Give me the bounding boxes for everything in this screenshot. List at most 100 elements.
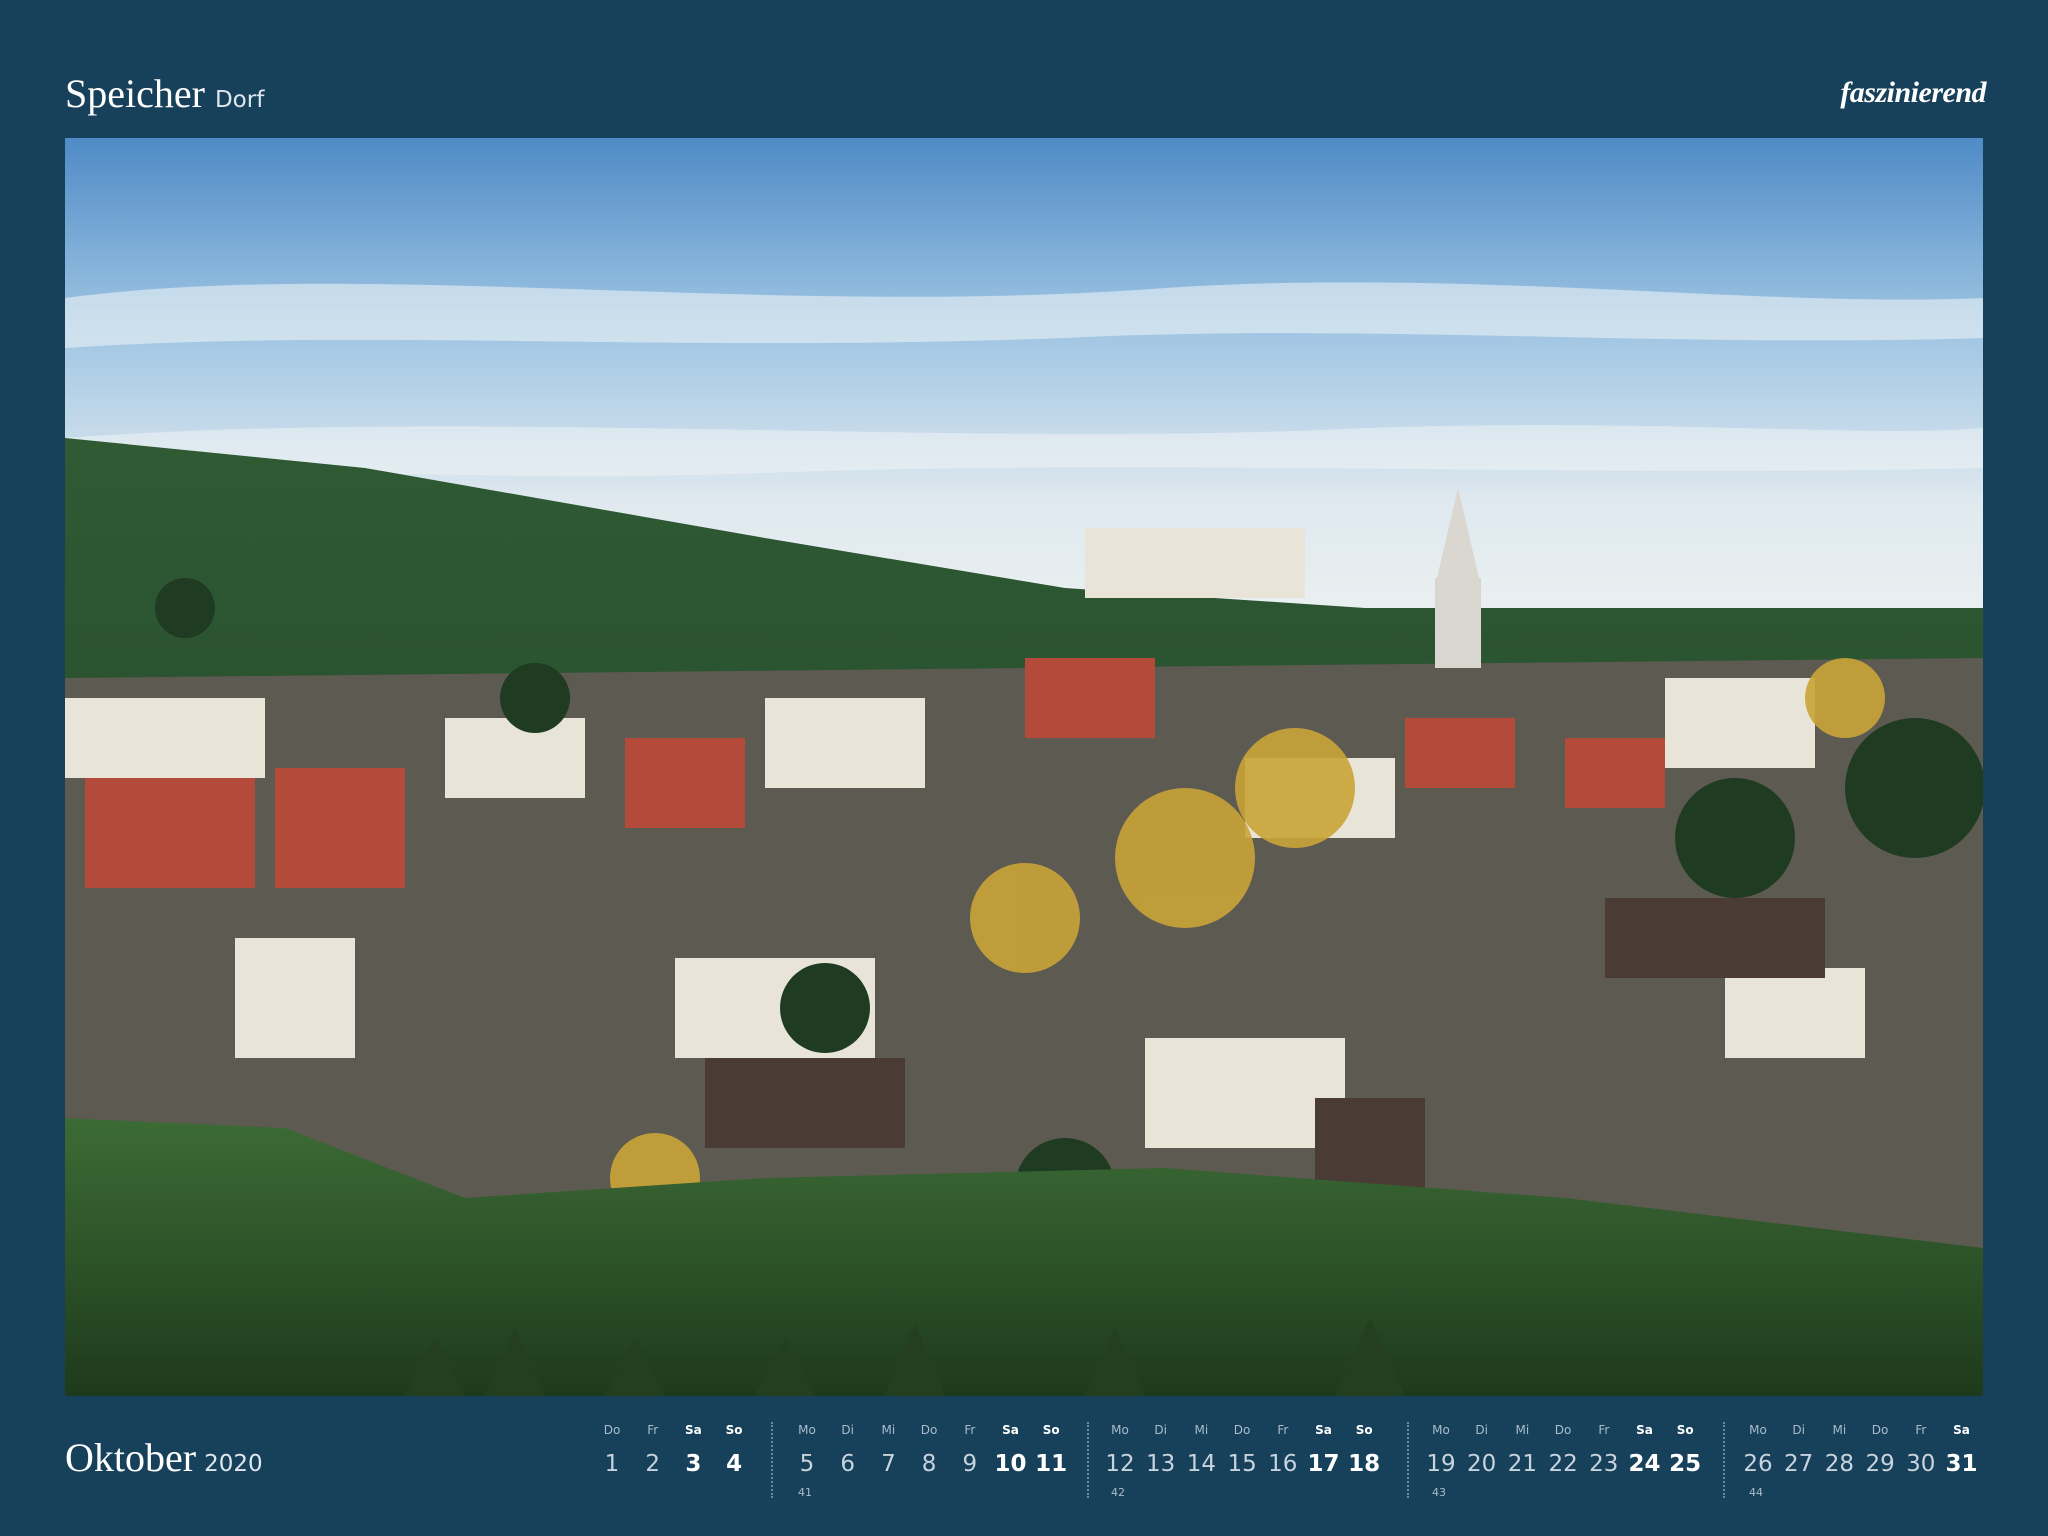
weekday-name: Mo	[798, 1423, 816, 1437]
week-number: 41	[798, 1486, 812, 1499]
calendar-day: Do 22	[1543, 1421, 1583, 1477]
week-number: 42	[1111, 1486, 1125, 1499]
week-separator	[771, 1422, 773, 1498]
day-number: 25	[1669, 1451, 1702, 1477]
weekday-name: Do	[1233, 1423, 1251, 1437]
weekday-name: Sa	[1636, 1423, 1653, 1437]
week-number: 43	[1432, 1486, 1446, 1499]
calendar-day: Do 29	[1860, 1421, 1900, 1477]
year-label: 2020	[204, 1451, 263, 1477]
calendar-day: Mo 5	[787, 1421, 827, 1477]
day-number: 3	[685, 1451, 702, 1477]
calendar-day: Sa 31	[1942, 1421, 1982, 1477]
week-separator	[1407, 1422, 1409, 1498]
calendar-day: Fr 2	[633, 1421, 673, 1477]
weekday-name: Fr	[1598, 1423, 1610, 1437]
calendar-day: Mi 28	[1819, 1421, 1859, 1477]
calendar-day: Mi 14	[1181, 1421, 1221, 1477]
day-number: 27	[1784, 1451, 1814, 1477]
month-label: Oktober 2020	[65, 1434, 263, 1481]
day-number: 5	[799, 1451, 815, 1477]
weekday-name: So	[725, 1423, 743, 1437]
day-number: 28	[1824, 1451, 1855, 1477]
day-number: 30	[1906, 1451, 1936, 1477]
day-number: 21	[1507, 1451, 1538, 1477]
calendar-day: Mi 7	[868, 1421, 908, 1477]
day-number: 9	[962, 1451, 978, 1477]
brand-logo: faszinierend	[1840, 76, 1986, 109]
calendar-day: Fr 9	[950, 1421, 990, 1477]
calendar-day: Do 8	[909, 1421, 949, 1477]
calendar-day: Fr 30	[1901, 1421, 1941, 1477]
day-number: 6	[840, 1451, 855, 1477]
day-number: 12	[1105, 1451, 1135, 1477]
week-number: 44	[1749, 1486, 1763, 1499]
calendar-header: Speicher Dorf	[65, 70, 264, 120]
weekday-name: So	[1355, 1423, 1373, 1437]
weekday-name: Fr	[1915, 1423, 1927, 1437]
weekday-name: Mi	[1194, 1423, 1209, 1437]
weekday-name: Do	[603, 1423, 621, 1437]
calendar-day: Sa 3	[673, 1421, 713, 1477]
weekday-name: Sa	[1953, 1423, 1970, 1437]
weekday-name: Mi	[1832, 1423, 1847, 1437]
weekday-name: Sa	[1002, 1423, 1019, 1437]
weekday-name: Fr	[964, 1423, 976, 1437]
weekday-name: Mo	[1749, 1423, 1767, 1437]
weekday-name: Fr	[647, 1423, 659, 1437]
day-number: 8	[921, 1451, 937, 1477]
calendar-day: Mo 26	[1738, 1421, 1778, 1477]
day-number: 24	[1628, 1451, 1661, 1477]
calendar-day: Mo 12	[1100, 1421, 1140, 1477]
calendar-day: So 4	[714, 1421, 754, 1477]
week-separator	[1723, 1422, 1725, 1498]
calendar-day: Di 20	[1462, 1421, 1502, 1477]
page-subtitle: Dorf	[214, 87, 265, 113]
weekday-name: Di	[841, 1423, 854, 1437]
day-number: 31	[1945, 1451, 1978, 1477]
week-separator	[1087, 1422, 1089, 1498]
day-number: 14	[1186, 1451, 1217, 1477]
calendar-day: Di 6	[828, 1421, 868, 1477]
calendar-day: Fr 23	[1584, 1421, 1624, 1477]
calendar-day: Fr 16	[1263, 1421, 1303, 1477]
day-number: 16	[1268, 1451, 1298, 1477]
day-number: 2	[645, 1451, 660, 1477]
month-name: Oktober	[65, 1435, 197, 1480]
day-number: 1	[604, 1451, 620, 1477]
weekday-name: Mi	[881, 1423, 896, 1437]
weekday-name: Mo	[1111, 1423, 1129, 1437]
day-number: 19	[1426, 1451, 1456, 1477]
weekday-name: Di	[1792, 1423, 1805, 1437]
weekday-name: Sa	[1315, 1423, 1332, 1437]
page-title: Speicher	[65, 71, 205, 116]
day-number: 18	[1348, 1451, 1381, 1477]
day-number: 20	[1467, 1451, 1497, 1477]
calendar-day: Sa 24	[1625, 1421, 1665, 1477]
calendar-day: Mo 19	[1421, 1421, 1461, 1477]
day-number: 11	[1035, 1451, 1068, 1477]
landscape-photo	[65, 138, 1983, 1396]
calendar-day: So 18	[1344, 1421, 1384, 1477]
day-number: 17	[1307, 1451, 1340, 1477]
weekday-name: Mi	[1515, 1423, 1530, 1437]
day-number: 7	[881, 1451, 896, 1477]
calendar-day: Sa 10	[991, 1421, 1031, 1477]
weekday-name: Fr	[1277, 1423, 1289, 1437]
day-number: 26	[1743, 1451, 1773, 1477]
day-number: 13	[1146, 1451, 1176, 1477]
day-number: 15	[1227, 1451, 1257, 1477]
calendar-day: Di 13	[1141, 1421, 1181, 1477]
weekday-name: So	[1676, 1423, 1694, 1437]
calendar-day: So 11	[1031, 1421, 1071, 1477]
weekday-name: Sa	[685, 1423, 702, 1437]
calendar-day: Di 27	[1779, 1421, 1819, 1477]
day-number: 4	[726, 1451, 743, 1477]
weekday-name: Do	[1871, 1423, 1889, 1437]
day-number: 29	[1865, 1451, 1895, 1477]
calendar-day: Sa 17	[1304, 1421, 1344, 1477]
calendar-day: Mi 21	[1502, 1421, 1542, 1477]
day-number: 22	[1548, 1451, 1578, 1477]
calendar-day: Do 1	[592, 1421, 632, 1477]
day-number: 10	[994, 1451, 1027, 1477]
